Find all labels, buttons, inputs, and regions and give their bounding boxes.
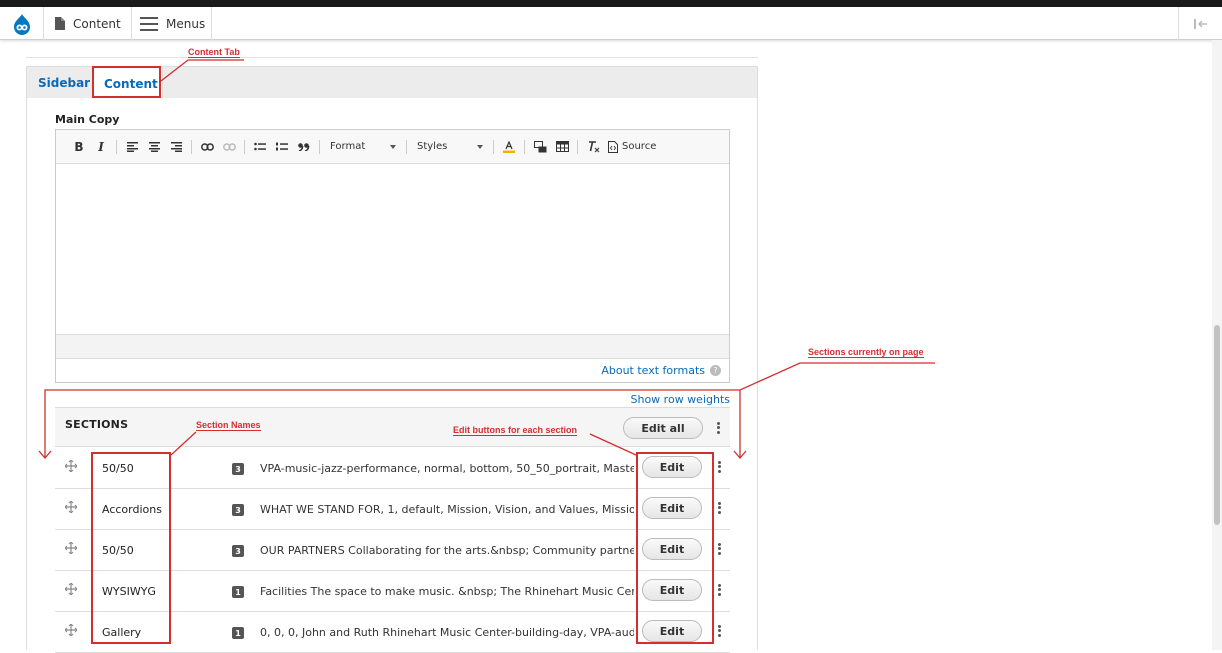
annotation-content-tab: Content Tab — [188, 47, 240, 58]
count-badge: 3 — [232, 545, 244, 557]
align-right-icon — [170, 141, 182, 152]
bulleted-list-icon — [254, 142, 266, 150]
text-color-button[interactable] — [500, 137, 518, 157]
text-color-icon — [503, 140, 515, 153]
table-icon — [555, 141, 569, 152]
main-copy-editor: B I Format Styles Source About text form… — [55, 129, 730, 383]
about-text-formats-link[interactable]: About text formats — [601, 364, 705, 377]
quote-icon — [298, 142, 310, 151]
drag-handle-icon[interactable] — [64, 582, 78, 596]
collapse-sidebar-button[interactable] — [1178, 7, 1222, 40]
divider — [26, 57, 758, 58]
media-icon — [533, 140, 546, 152]
show-row-weights-link[interactable]: Show row weights — [620, 393, 731, 406]
row-more-icon[interactable] — [714, 457, 724, 477]
row-more-icon[interactable] — [714, 498, 724, 518]
toolbar-menus-link[interactable]: Menus — [140, 7, 212, 40]
toolbar-separator — [319, 139, 320, 154]
count-badge: 3 — [232, 463, 244, 475]
toolbar-separator — [524, 139, 525, 154]
drag-handle-icon[interactable] — [64, 541, 78, 555]
align-left-button[interactable] — [123, 137, 141, 157]
styles-dropdown[interactable]: Styles — [413, 137, 487, 157]
drag-handle-icon[interactable] — [64, 623, 78, 637]
row-more-icon[interactable] — [714, 539, 724, 559]
main-copy-label: Main Copy — [55, 113, 120, 126]
collapse-sidebar-icon — [1193, 18, 1207, 29]
chevron-down-icon — [477, 144, 483, 149]
top-strip — [0, 0, 1222, 7]
bulleted-list-button[interactable] — [251, 137, 269, 157]
align-center-icon — [148, 141, 160, 152]
align-right-button[interactable] — [167, 137, 185, 157]
count-badge: 1 — [232, 586, 244, 598]
remove-format-icon — [588, 140, 599, 152]
tab-sidebar[interactable]: Sidebar — [38, 67, 90, 99]
annotation-edit-buttons: Edit buttons for each section — [453, 425, 578, 436]
link-button[interactable] — [198, 137, 216, 157]
text-formats-bar: About text formats ? — [56, 358, 729, 382]
toolbar-separator — [493, 139, 494, 154]
table-button[interactable] — [553, 137, 571, 157]
source-button-label: Source — [622, 141, 657, 152]
toolbar-separator — [191, 139, 192, 154]
section-summary: VPA-music-jazz-performance, normal, bott… — [260, 462, 634, 475]
annotation-sections-on-page: Sections currently on page — [808, 347, 924, 358]
italic-button[interactable]: I — [92, 137, 110, 157]
annotation-content-tab-box — [92, 66, 161, 98]
sections-title: SECTIONS — [65, 418, 129, 431]
section-summary: WHAT WE STAND FOR, 1, default, Mission, … — [260, 503, 634, 516]
sections-more-icon[interactable] — [713, 418, 723, 438]
toolbar-separator — [244, 139, 245, 154]
link-icon — [200, 142, 214, 151]
count-badge: 3 — [232, 504, 244, 516]
row-more-icon[interactable] — [714, 621, 724, 641]
format-dropdown[interactable]: Format — [326, 137, 400, 157]
styles-dropdown-label: Styles — [417, 141, 448, 152]
editor-content-area[interactable] — [56, 164, 729, 334]
format-dropdown-label: Format — [330, 141, 366, 152]
drupal-drop-icon — [13, 13, 30, 35]
align-center-button[interactable] — [145, 137, 163, 157]
edit-all-button[interactable]: Edit all — [623, 417, 703, 439]
admin-toolbar: Content Menus — [0, 7, 1222, 40]
drag-handle-icon[interactable] — [64, 500, 78, 514]
annotation-section-names-box — [91, 452, 171, 644]
annotation-section-names: Section Names — [196, 420, 261, 431]
count-badge: 1 — [232, 627, 244, 639]
editor-toolbar: B I Format Styles Source — [56, 130, 729, 164]
section-summary: Facilities The space to make music. &nbs… — [260, 585, 634, 598]
drupal-logo-button[interactable] — [0, 7, 44, 40]
unlink-button[interactable] — [220, 137, 238, 157]
help-icon[interactable]: ? — [710, 365, 721, 376]
bold-button[interactable]: B — [70, 137, 88, 157]
numbered-list-icon — [276, 142, 288, 150]
toolbar-separator — [406, 139, 407, 154]
numbered-list-button[interactable] — [273, 137, 291, 157]
blockquote-button[interactable] — [295, 137, 313, 157]
remove-format-button[interactable] — [584, 137, 602, 157]
sections-header: SECTIONS Edit all — [55, 407, 730, 447]
page-scrollbar-thumb[interactable] — [1214, 325, 1220, 525]
file-icon — [55, 17, 65, 30]
insert-media-button[interactable] — [531, 137, 549, 157]
drag-handle-icon[interactable] — [64, 459, 78, 473]
toolbar-content-link[interactable]: Content — [54, 7, 132, 40]
toolbar-separator — [577, 139, 578, 154]
source-button[interactable]: Source — [608, 140, 657, 153]
toolbar-separator — [116, 139, 117, 154]
section-summary: OUR PARTNERS Collaborating for the arts.… — [260, 544, 634, 557]
hamburger-icon — [140, 16, 158, 31]
toolbar-content-label: Content — [73, 16, 121, 31]
unlink-icon — [222, 142, 236, 151]
source-icon — [608, 140, 618, 153]
annotation-edit-buttons-box — [636, 452, 714, 644]
align-left-icon — [126, 141, 138, 152]
row-more-icon[interactable] — [714, 580, 724, 600]
editor-status-bar — [56, 334, 729, 358]
toolbar-menus-label: Menus — [166, 16, 206, 31]
section-summary: 0, 0, 0, John and Ruth Rhinehart Music C… — [260, 626, 634, 639]
chevron-down-icon — [390, 144, 396, 149]
